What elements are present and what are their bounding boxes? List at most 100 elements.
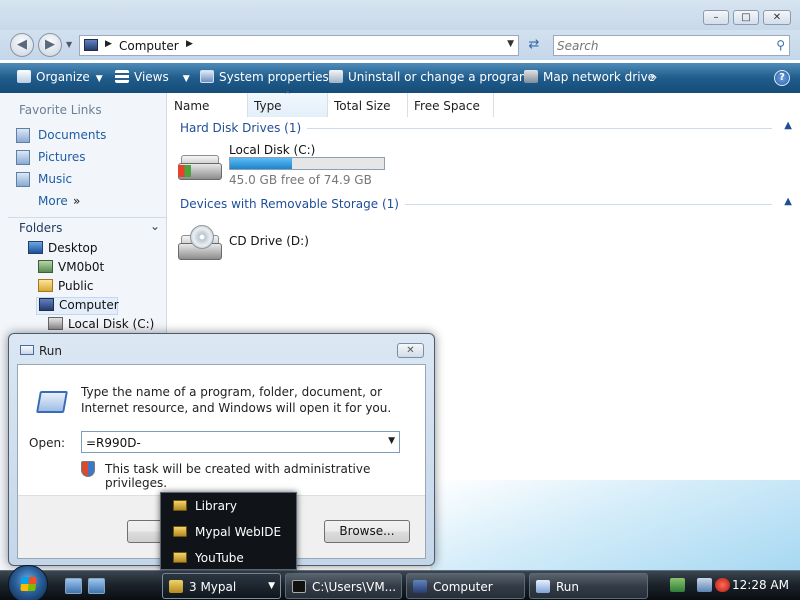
popup-item-label: Mypal WebIDE [195, 525, 282, 539]
drive-name: Local Disk (C:) [229, 143, 316, 157]
organize-button[interactable]: Organize ▼ [17, 70, 103, 84]
tray-monitor-icon[interactable] [697, 578, 712, 592]
popup-item-library[interactable]: Library [161, 493, 296, 519]
command-bar: Organize ▼ Views ▼ System properties Unins… [0, 63, 800, 93]
switch-windows-icon[interactable] [88, 578, 105, 594]
disk-usage-bar [229, 157, 385, 170]
task-label: 3 Mypal [189, 580, 237, 594]
tree-item-user[interactable]: VM0b0t [38, 260, 104, 278]
tray-volume-muted-icon[interactable] [715, 578, 730, 592]
favorite-label: Documents [38, 128, 107, 142]
show-desktop-icon[interactable] [65, 578, 82, 594]
chevron-down-icon: ▼ [95, 74, 103, 84]
pictures-icon [16, 150, 30, 165]
computer-icon [39, 298, 54, 311]
tray-network-icon[interactable] [670, 578, 685, 592]
hard-drive-icon [48, 317, 63, 330]
computer-icon [84, 39, 98, 51]
sort-ascending-icon: ^ [284, 90, 291, 99]
task-label: Run [556, 580, 580, 594]
disk-free-space: 45.0 GB free of 74.9 GB [229, 173, 372, 187]
help-icon: ? [779, 72, 785, 83]
uninstall-label: Uninstall or change a program [348, 70, 531, 84]
taskbar-run[interactable]: Run [529, 573, 648, 599]
more-commands-icon[interactable]: » [650, 70, 657, 84]
combobox-dropdown-icon[interactable]: ▼ [388, 436, 395, 446]
recent-pages-chevron-icon[interactable]: ▼ [66, 40, 72, 49]
clock[interactable]: 12:28 AM [732, 578, 789, 592]
dialog-close-button[interactable]: ✕ [397, 343, 424, 358]
task-label: Computer [433, 580, 493, 594]
column-header-free-space[interactable]: Free Space [408, 93, 494, 117]
maximize-button[interactable]: □ [733, 10, 759, 25]
system-properties-icon [200, 70, 214, 83]
music-icon [16, 172, 30, 187]
taskbar-cmd[interactable]: C:\Users\VM... [285, 573, 402, 599]
folders-header[interactable]: Folders ⌄ [8, 217, 166, 239]
browse-label: Browse... [339, 524, 395, 538]
collapse-group-icon[interactable]: ▲ [784, 196, 792, 207]
group-hard-disk-drives[interactable]: Hard Disk Drives (1) ▲ [180, 120, 792, 137]
group-removable-storage[interactable]: Devices with Removable Storage (1) ▲ [180, 196, 792, 213]
back-arrow-icon: ◀ [17, 37, 27, 52]
computer-icon [413, 580, 427, 593]
views-icon [115, 70, 129, 83]
popup-item-mypal-webide[interactable]: Mypal WebIDE [161, 519, 296, 545]
search-box[interactable]: ⚲ [553, 35, 790, 56]
collapse-group-icon[interactable]: ▲ [784, 120, 792, 131]
group-label: Devices with Removable Storage (1) [180, 197, 405, 211]
favorite-label: Music [38, 172, 73, 186]
open-combobox[interactable]: ▼ [81, 431, 400, 453]
tree-item-label: Computer [59, 298, 119, 312]
forward-button[interactable]: ▶ [38, 33, 62, 57]
search-input[interactable] [557, 37, 757, 54]
browse-button[interactable]: Browse... [324, 520, 410, 543]
hard-drive-icon [176, 153, 224, 183]
breadcrumb-computer[interactable]: Computer [119, 39, 179, 53]
windows-logo-icon [178, 165, 191, 177]
favorite-label: Pictures [38, 150, 86, 164]
column-header-name[interactable]: Name [168, 93, 248, 117]
documents-icon [16, 128, 30, 143]
map-network-drive-button[interactable]: Map network drive [524, 70, 655, 84]
organize-icon [17, 70, 31, 83]
drive-name: CD Drive (D:) [229, 234, 309, 248]
popup-item-youtube[interactable]: YouTube [161, 545, 296, 571]
address-bar[interactable]: ▶ Computer ▶ ▼ [79, 35, 519, 56]
minimize-button[interactable]: – [703, 10, 729, 25]
column-header-type[interactable]: ^ Type [248, 90, 328, 117]
tree-item-public[interactable]: Public [38, 279, 94, 297]
system-properties-label: System properties [219, 70, 329, 84]
close-icon: ✕ [406, 345, 415, 356]
chevron-down-icon: ▼ [268, 581, 275, 591]
run-icon [20, 345, 34, 355]
refresh-icon: ⇄ [528, 37, 540, 52]
system-properties-button[interactable]: System properties [200, 70, 329, 84]
close-button[interactable]: ✕ [763, 10, 791, 25]
popup-item-label: YouTube [195, 551, 244, 565]
open-input[interactable] [86, 434, 366, 451]
tree-item-desktop[interactable]: Desktop [28, 241, 98, 259]
column-label: Type [254, 99, 282, 113]
address-dropdown-icon[interactable]: ▼ [507, 39, 514, 49]
search-icon[interactable]: ⚲ [776, 38, 785, 52]
favorite-label: More [38, 194, 68, 208]
desktop-icon [28, 241, 43, 254]
folders-label: Folders [19, 221, 63, 235]
mypal-icon [173, 552, 187, 563]
back-button[interactable]: ◀ [10, 33, 34, 57]
help-button[interactable]: ? [774, 70, 790, 86]
views-button[interactable]: Views ▼ [115, 70, 190, 84]
admin-privileges-note: This task will be created with administr… [105, 462, 371, 490]
refresh-button[interactable]: ⇄ [522, 35, 546, 56]
run-program-icon [36, 391, 68, 413]
taskbar-computer[interactable]: Computer [406, 573, 525, 599]
uninstall-program-button[interactable]: Uninstall or change a program [329, 70, 531, 84]
breadcrumb-arrow-icon[interactable]: ▶ [105, 39, 112, 49]
map-network-drive-label: Map network drive [543, 70, 656, 84]
taskbar-group-mypal[interactable]: 3 Mypal ▼ [162, 573, 281, 599]
column-header-total-size[interactable]: Total Size [328, 93, 408, 117]
tree-item-computer[interactable]: Computer [36, 297, 119, 315]
start-button[interactable] [8, 565, 48, 600]
breadcrumb-arrow-icon[interactable]: ▶ [186, 39, 193, 49]
